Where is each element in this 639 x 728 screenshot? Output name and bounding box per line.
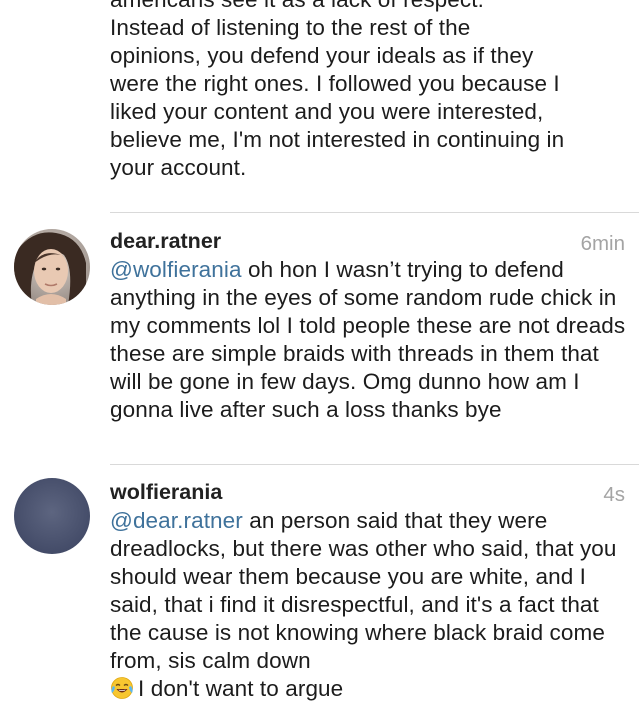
mention-link[interactable]: @dear.ratner — [110, 508, 243, 533]
face-with-tears-of-joy-emoji — [111, 677, 133, 699]
comment-line: Instead of listening to the rest of the — [110, 15, 471, 40]
comment-body: @wolfierania oh hon I wasn’t trying to d… — [110, 256, 632, 424]
comment-username[interactable]: wolfierania — [110, 480, 222, 505]
comment-text: I don't want to argue — [138, 676, 344, 701]
comment-line: believe me, I'm not interested in contin… — [110, 127, 565, 152]
comment-item: dear.ratner 6min @wolfierania oh hon I w… — [0, 213, 639, 463]
comment-line: liked your content and you were interest… — [110, 99, 544, 124]
comment-timestamp: 4s — [603, 483, 625, 506]
comment-line: americans see it as a lack of respect. — [110, 0, 630, 14]
comment-line: opinions, you defend your ideals as if t… — [110, 43, 534, 68]
truncated-comment-text: americans see it as a lack of respect. I… — [110, 0, 630, 182]
mention-link[interactable]: @wolfierania — [110, 257, 242, 282]
comment-body: @dear.ratner an person said that they we… — [110, 507, 632, 703]
comment-username[interactable]: dear.ratner — [110, 229, 221, 254]
comment-line: were the right ones. I followed you beca… — [110, 71, 560, 96]
comment-timestamp: 6min — [580, 232, 625, 255]
user-photo-avatar[interactable] — [14, 229, 90, 305]
comment-line: your account. — [110, 155, 247, 180]
comments-screen: americans see it as a lack of respect. I… — [0, 0, 639, 728]
moon-night-sky-avatar[interactable] — [14, 478, 90, 554]
comment-item: wolfierania 4s @dear.ratner an person sa… — [0, 465, 639, 728]
